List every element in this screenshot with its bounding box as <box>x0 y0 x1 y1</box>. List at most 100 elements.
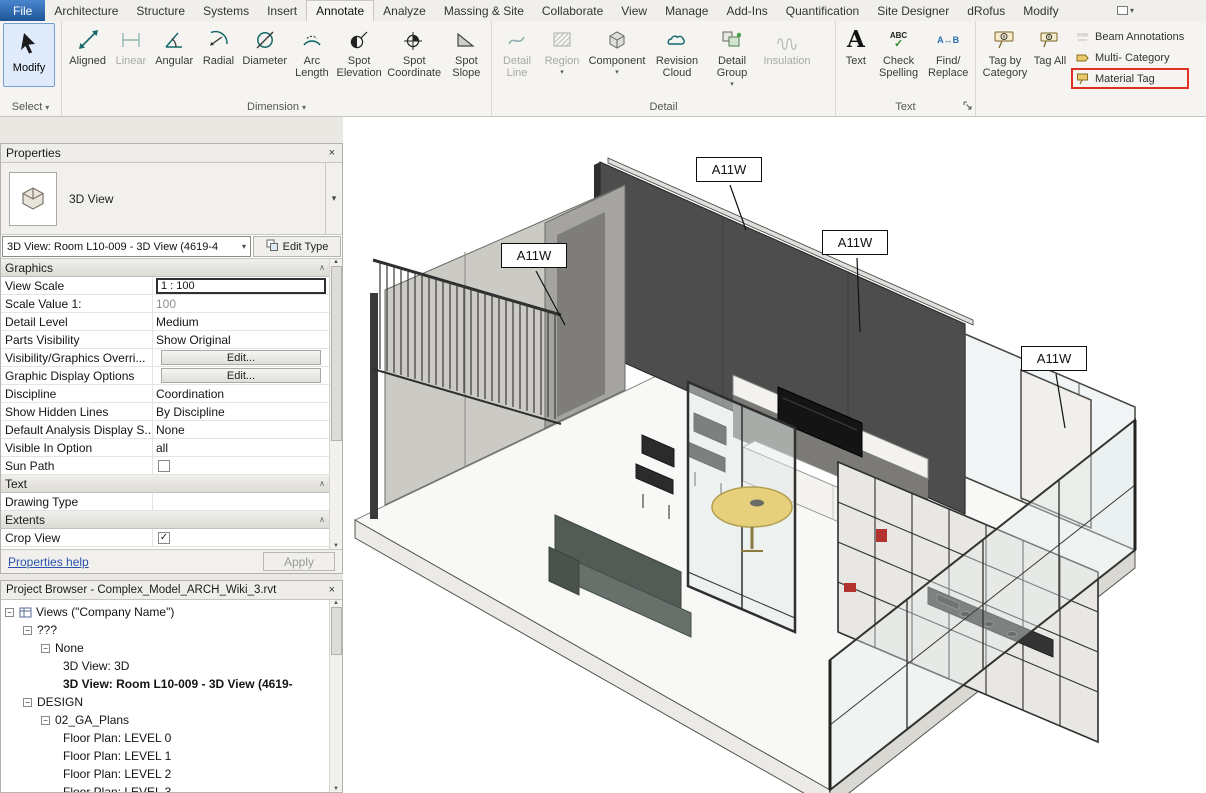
tool-component[interactable]: Component ▾ <box>585 23 649 87</box>
tree-expander[interactable]: − <box>23 698 32 707</box>
tool-spot-slope[interactable]: Spot Slope <box>445 23 488 87</box>
type-selector[interactable]: 3D View ▾ <box>1 163 342 235</box>
tool-diameter[interactable]: Diameter <box>240 23 289 87</box>
tab-view[interactable]: View <box>612 0 656 21</box>
properties-help-link[interactable]: Properties help <box>8 555 89 569</box>
chevron-down-icon[interactable]: ▾ <box>325 163 342 234</box>
tool-radial[interactable]: Radial <box>197 23 240 87</box>
properties-title-bar[interactable]: Properties × <box>1 144 342 163</box>
scrollbar-thumb[interactable] <box>331 266 342 441</box>
tool-find-replace[interactable]: A↔B Find/ Replace <box>924 23 972 87</box>
wall-tag[interactable]: A11W <box>822 230 888 255</box>
panel-label-dimension[interactable]: Dimension▾ <box>62 98 491 116</box>
tool-tag-all[interactable]: Tag All <box>1031 23 1069 87</box>
tab-systems[interactable]: Systems <box>194 0 258 21</box>
tree-expander[interactable]: − <box>5 608 14 617</box>
browser-tree: − Views ("Company Name") − ??? − None 3D… <box>1 600 342 792</box>
tool-angular[interactable]: Angular <box>152 23 197 87</box>
tool-insulation[interactable]: Insulation <box>759 23 815 87</box>
wall-tag[interactable]: A11W <box>1021 346 1087 371</box>
tree-item-floor-plan[interactable]: Floor Plan: LEVEL 2 <box>1 765 329 783</box>
tree-item-floor-plan[interactable]: Floor Plan: LEVEL 1 <box>1 747 329 765</box>
tree-item-3d-view[interactable]: 3D View: 3D <box>1 657 329 675</box>
section-extents[interactable]: Extents∧ <box>1 511 329 529</box>
chevron-down-icon: ▾ <box>1130 6 1134 15</box>
close-icon[interactable]: × <box>327 584 337 596</box>
view-instance-combo[interactable]: 3D View: Room L10-009 - 3D View (4619-4 … <box>2 236 251 257</box>
tab-analyze[interactable]: Analyze <box>374 0 435 21</box>
tree-item[interactable]: − None <box>1 639 329 657</box>
tree-item[interactable]: − ??? <box>1 621 329 639</box>
tab-annotate[interactable]: Annotate <box>306 0 374 21</box>
tool-spot-elevation[interactable]: Spot Elevation <box>335 23 384 87</box>
wall-tag[interactable]: A11W <box>696 157 762 182</box>
tool-detail-group[interactable]: Detail Group ▾ <box>705 23 759 91</box>
tool-detail-line[interactable]: Detail Line <box>495 23 539 87</box>
tab-modify[interactable]: Modify <box>1014 0 1067 21</box>
crop-view-checkbox[interactable]: ✓ <box>158 532 170 544</box>
revision-cloud-icon <box>664 26 690 54</box>
tree-item-current-view[interactable]: 3D View: Room L10-009 - 3D View (4619- <box>1 675 329 693</box>
properties-scrollbar[interactable]: ▲ ▼ <box>329 259 342 549</box>
panel-label-detail[interactable]: Detail <box>492 98 835 116</box>
section-text[interactable]: Text∧ <box>1 475 329 493</box>
tool-beam-annotations[interactable]: Beam Annotations <box>1071 26 1189 47</box>
tool-aligned[interactable]: Aligned <box>65 23 110 87</box>
tree-item-ga-plans[interactable]: − 02_GA_Plans <box>1 711 329 729</box>
ribbon-display-toggle[interactable]: ▾ <box>1117 0 1134 21</box>
visibility-graphics-edit-button[interactable]: Edit... <box>161 350 321 365</box>
panel-label-text[interactable]: Text <box>836 98 975 116</box>
browser-scrollbar[interactable]: ▲ ▼ <box>329 600 342 792</box>
tab-massing-site[interactable]: Massing & Site <box>435 0 533 21</box>
scroll-up-icon[interactable]: ▲ <box>333 600 339 606</box>
section-graphics[interactable]: Graphics∧ <box>1 259 329 277</box>
tree-item-design[interactable]: − DESIGN <box>1 693 329 711</box>
scroll-down-icon[interactable]: ▼ <box>333 786 339 792</box>
tool-text[interactable]: A Text <box>839 23 873 87</box>
graphic-display-edit-button[interactable]: Edit... <box>161 368 321 383</box>
close-icon[interactable]: × <box>327 147 337 159</box>
tool-region[interactable]: Region ▾ <box>539 23 585 87</box>
apply-button[interactable]: Apply <box>263 552 335 571</box>
tab-quantification[interactable]: Quantification <box>777 0 868 21</box>
scroll-down-icon[interactable]: ▼ <box>333 543 339 549</box>
properties-footer: Properties help Apply <box>1 549 342 573</box>
tab-file[interactable]: File <box>0 0 45 21</box>
tool-arc-length[interactable]: Arc Length <box>289 23 334 87</box>
instance-selector-row: 3D View: Room L10-009 - 3D View (4619-4 … <box>1 235 342 259</box>
tab-insert[interactable]: Insert <box>258 0 306 21</box>
tool-revision-cloud[interactable]: Revision Cloud <box>649 23 705 87</box>
tool-tag-by-category[interactable]: Tag by Category <box>979 23 1031 87</box>
tool-material-tag[interactable]: Material Tag <box>1071 68 1189 89</box>
tab-structure[interactable]: Structure <box>127 0 194 21</box>
collapse-chevron-icon: ∧ <box>319 479 325 488</box>
tool-spot-coordinate[interactable]: Spot Coordinate <box>384 23 445 87</box>
panel-label-select[interactable]: Select▾ <box>0 98 61 116</box>
project-browser-title-bar[interactable]: Project Browser - Complex_Model_ARCH_Wik… <box>1 581 342 600</box>
tree-item-views[interactable]: − Views ("Company Name") <box>1 603 329 621</box>
tab-manage[interactable]: Manage <box>656 0 717 21</box>
tree-expander[interactable]: − <box>41 644 50 653</box>
tab-drofus[interactable]: dRofus <box>958 0 1014 21</box>
3d-view-canvas[interactable]: A11W A11W A11W A11W <box>343 117 1206 793</box>
edit-type-button[interactable]: Edit Type <box>253 236 341 257</box>
scroll-up-icon[interactable]: ▲ <box>333 259 339 265</box>
modify-button[interactable]: Modify <box>3 23 55 87</box>
wall-tag[interactable]: A11W <box>501 243 567 268</box>
tab-add-ins[interactable]: Add-Ins <box>717 0 776 21</box>
property-row: Sun Path <box>1 457 329 475</box>
tree-expander[interactable]: − <box>23 626 32 635</box>
tool-multi-category[interactable]: Multi- Category <box>1071 47 1189 68</box>
scrollbar-thumb[interactable] <box>331 607 342 655</box>
tree-expander[interactable]: − <box>41 716 50 725</box>
tab-architecture[interactable]: Architecture <box>45 0 127 21</box>
text-panel-dialog-launcher-icon[interactable] <box>963 101 972 113</box>
tool-linear[interactable]: Linear <box>110 23 151 87</box>
text-tool-icon: A <box>847 28 865 52</box>
tree-item-floor-plan[interactable]: Floor Plan: LEVEL 0 <box>1 729 329 747</box>
sun-path-checkbox[interactable] <box>158 460 170 472</box>
tab-site-designer[interactable]: Site Designer <box>868 0 958 21</box>
tree-item-floor-plan[interactable]: Floor Plan: LEVEL 3 <box>1 783 329 792</box>
tool-check-spelling[interactable]: ABC✓ Check Spelling <box>873 23 925 87</box>
tab-collaborate[interactable]: Collaborate <box>533 0 612 21</box>
